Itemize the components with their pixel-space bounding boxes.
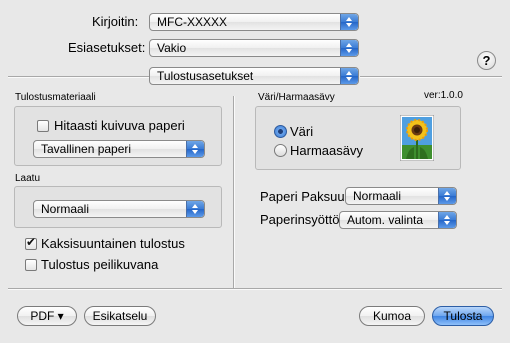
paper-thickness-popup[interactable]: Normaali <box>345 187 457 205</box>
cancel-button[interactable]: Kumoa <box>359 306 425 326</box>
printer-popup-arrows-icon <box>340 14 358 30</box>
paper-feed-label: Paperinsyöttö: <box>260 212 344 227</box>
version-label: ver:1.0.0 <box>424 90 463 101</box>
bottom-separator <box>8 288 502 290</box>
quality-legend: Laatu <box>15 173 41 184</box>
paper-feed-arrows-icon <box>438 212 456 228</box>
color-legend: Väri/Harmaasävy <box>258 92 335 103</box>
vertical-separator <box>233 96 235 288</box>
mirror-label[interactable]: Tulostus peilikuvana <box>41 257 158 272</box>
panel-popup[interactable]: Tulostusasetukset <box>149 67 359 85</box>
slow-dry-checkbox[interactable] <box>37 120 49 132</box>
grayscale-radio-label[interactable]: Harmaasävy <box>290 143 363 158</box>
panel-value: Tulostusasetukset <box>157 69 254 83</box>
pdf-menu-button[interactable]: PDF ▾ <box>17 306 77 326</box>
print-button[interactable]: Tulosta <box>432 306 494 326</box>
separator-left <box>8 76 149 78</box>
printer-popup[interactable]: MFC-XXXXX <box>149 13 359 31</box>
panel-popup-arrows-icon <box>340 68 358 84</box>
help-icon: ? <box>482 53 491 68</box>
color-radio-label[interactable]: Väri <box>290 124 313 139</box>
printer-value: MFC-XXXXX <box>157 15 228 29</box>
paper-feed-value: Autom. valinta <box>347 213 424 227</box>
bidirectional-label[interactable]: Kaksisuuntainen tulostus <box>41 236 185 251</box>
printer-label: Kirjoitin: <box>92 14 139 29</box>
quality-arrows-icon <box>186 201 204 217</box>
paper-thickness-arrows-icon <box>438 188 456 204</box>
separator-right <box>360 76 502 78</box>
presets-popup[interactable]: Vakio <box>149 39 359 57</box>
media-legend: Tulostusmateriaali <box>15 92 96 103</box>
quality-popup[interactable]: Normaali <box>33 200 205 218</box>
color-radio[interactable] <box>274 125 287 138</box>
paper-thickness-value: Normaali <box>353 189 402 203</box>
preview-button[interactable]: Esikatselu <box>84 306 156 326</box>
media-type-popup[interactable]: Tavallinen paperi <box>33 140 205 158</box>
sunflower-preview-image <box>400 115 434 161</box>
quality-value: Normaali <box>41 202 90 216</box>
mirror-checkbox[interactable] <box>25 259 37 271</box>
grayscale-radio[interactable] <box>274 144 287 157</box>
slow-dry-label[interactable]: Hitaasti kuivuva paperi <box>54 118 185 133</box>
media-type-arrows-icon <box>186 141 204 157</box>
presets-value: Vakio <box>157 41 187 55</box>
presets-popup-arrows-icon <box>340 40 358 56</box>
paper-thickness-label: Paperi Paksuus: <box>260 189 355 204</box>
bidirectional-checkbox[interactable] <box>25 235 37 250</box>
paper-feed-popup[interactable]: Autom. valinta <box>339 211 457 229</box>
presets-label: Esiasetukset: <box>68 40 146 55</box>
media-type-value: Tavallinen paperi <box>41 142 132 156</box>
help-button[interactable]: ? <box>477 51 496 70</box>
